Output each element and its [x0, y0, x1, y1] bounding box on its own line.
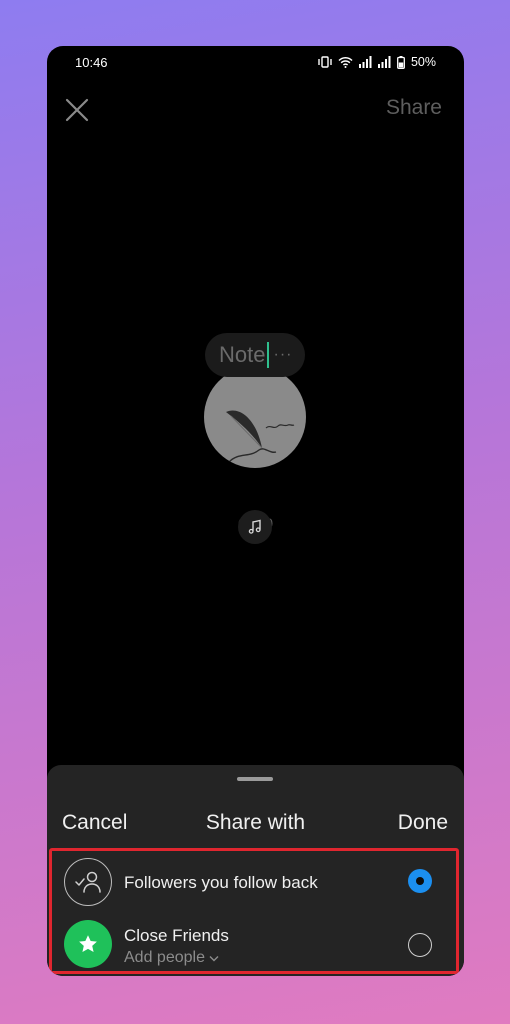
music-note-icon	[248, 519, 261, 534]
status-icons: 50%	[318, 55, 436, 69]
drag-handle[interactable]	[237, 777, 273, 781]
phone-screen: 10:46 50% Share Note ··· Cancel Share wi…	[47, 46, 464, 976]
add-people-button[interactable]: Add people	[124, 949, 219, 967]
done-button[interactable]: Done	[398, 811, 448, 835]
close-icon	[65, 98, 89, 122]
add-people-label: Add people	[124, 949, 205, 966]
option-close-friends[interactable]: Close Friends Add people	[52, 913, 456, 973]
music-button[interactable]	[238, 510, 272, 544]
top-bar: Share	[47, 90, 464, 130]
radio-selected[interactable]	[408, 869, 432, 893]
option-label: Followers you follow back	[124, 873, 318, 892]
option-followers-you-follow-back[interactable]: Followers you follow back	[52, 851, 456, 911]
share-sheet: Cancel Share with Done Followers you fol…	[47, 765, 464, 976]
followers-check-icon	[64, 858, 112, 906]
vibrate-icon	[318, 56, 332, 68]
audience-options: Followers you follow back Close Friends …	[49, 848, 459, 974]
chevron-down-icon	[209, 955, 219, 961]
quill-logo-icon	[226, 410, 295, 463]
star-icon	[64, 920, 112, 968]
note-more: ···	[273, 346, 293, 363]
text-cursor	[267, 342, 270, 368]
status-time: 10:46	[75, 54, 108, 70]
signal-icon	[377, 56, 391, 68]
status-bar: 10:46 50%	[47, 46, 464, 78]
note-input[interactable]: Note ···	[205, 333, 305, 377]
avatar	[204, 366, 306, 468]
battery-icon	[397, 55, 405, 69]
share-button[interactable]: Share	[386, 96, 442, 120]
note-text: Note	[219, 342, 266, 367]
signal-icon	[358, 56, 372, 68]
radio-unselected[interactable]	[408, 933, 432, 957]
close-button[interactable]	[61, 94, 93, 126]
battery-percent: 50%	[410, 55, 436, 69]
wifi-icon	[338, 56, 353, 68]
share-sheet-header: Cancel Share with Done	[47, 811, 464, 839]
option-label: Close Friends	[124, 926, 229, 945]
